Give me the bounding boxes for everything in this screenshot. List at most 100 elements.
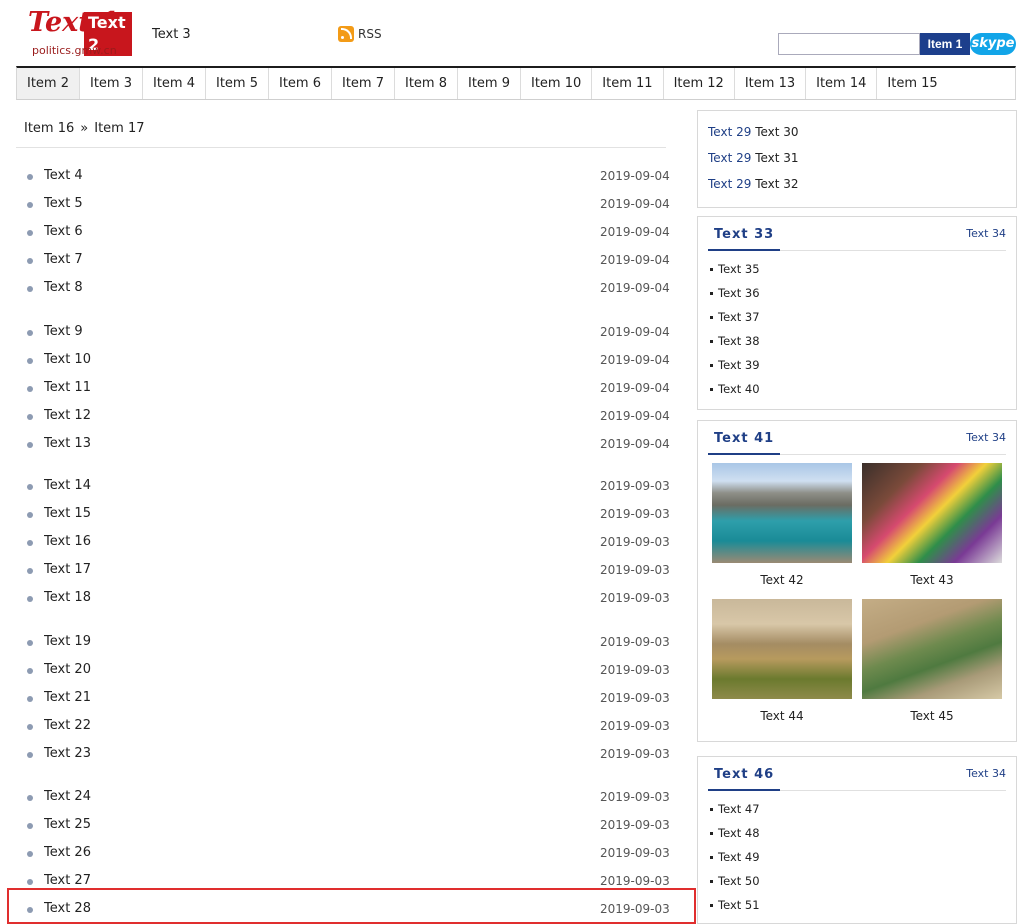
search-button[interactable]: Item 1 [920, 33, 970, 55]
news-title-link[interactable]: Text 12 [44, 408, 91, 423]
sidebar-news-title[interactable]: Text 38 [718, 334, 760, 348]
nav-item[interactable]: Item 3 [80, 68, 143, 99]
news-date: 2019-09-04 [600, 253, 670, 267]
rss-link[interactable]: RSS [338, 26, 382, 42]
news-title-link[interactable]: Text 24 [44, 789, 91, 804]
news-title-link[interactable]: Text 15 [44, 506, 91, 521]
more-link[interactable]: Text 34 [966, 767, 1006, 780]
hot-pic-caption[interactable]: Text 44 [712, 709, 852, 723]
lake-image[interactable] [712, 463, 852, 563]
nav-item[interactable]: Item 8 [395, 68, 458, 99]
sidebar-news-item[interactable]: Text 39 [710, 353, 1004, 377]
sidebar-news-title[interactable]: Text 39 [718, 358, 760, 372]
nav-item[interactable]: Item 5 [206, 68, 269, 99]
sidebar-news-title[interactable]: Text 35 [718, 262, 760, 276]
news-title-link[interactable]: Text 6 [44, 224, 83, 239]
nav-item[interactable]: Item 12 [664, 68, 735, 99]
editor-pick-title[interactable]: Text 30 [755, 125, 798, 139]
news-title-link[interactable]: Text 11 [44, 380, 91, 395]
news-title-link[interactable]: Text 18 [44, 590, 91, 605]
hot-pics-title[interactable]: Text 41 [714, 431, 774, 446]
search-input[interactable] [778, 33, 920, 55]
editor-pick-title[interactable]: Text 31 [755, 151, 798, 165]
more-link[interactable]: Text 34 [966, 227, 1006, 240]
sidebar-news-item[interactable]: Text 38 [710, 329, 1004, 353]
hot-pic-caption[interactable]: Text 45 [862, 709, 1002, 723]
sidebar-news-item[interactable]: Text 49 [710, 845, 1004, 869]
news-title-link[interactable]: Text 8 [44, 280, 83, 295]
nav-item[interactable]: Item 13 [735, 68, 807, 99]
sidebar-news-title[interactable]: Text 40 [718, 382, 760, 396]
people-image[interactable] [862, 463, 1002, 563]
more-link[interactable]: Text 34 [966, 431, 1006, 444]
sidebar-news-item[interactable]: Text 40 [710, 377, 1004, 401]
nav-item[interactable]: Item 11 [592, 68, 664, 99]
site-logo[interactable]: Text 1 Text 2 politics.gmw.cn [28, 8, 132, 57]
sidebar-news-item[interactable]: Text 48 [710, 821, 1004, 845]
breadcrumb-current[interactable]: Item 17 [94, 121, 144, 136]
politics-news-title[interactable]: Text 33 [714, 227, 774, 242]
sidebar-news-title[interactable]: Text 48 [718, 826, 760, 840]
news-title-link[interactable]: Text 25 [44, 817, 91, 832]
sidebar-news-item[interactable]: Text 36 [710, 281, 1004, 305]
news-title-link[interactable]: Text 21 [44, 690, 91, 705]
news-title-link[interactable]: Text 10 [44, 352, 91, 367]
sidebar-news-item[interactable]: Text 47 [710, 797, 1004, 821]
editor-pick-tag[interactable]: Text 29 [708, 177, 751, 191]
news-title-link[interactable]: Text 20 [44, 662, 91, 677]
sidebar-news-title[interactable]: Text 51 [718, 898, 760, 912]
nav-item[interactable]: Item 4 [143, 68, 206, 99]
sidebar-news-title[interactable]: Text 49 [718, 850, 760, 864]
news-title-link[interactable]: Text 4 [44, 168, 83, 183]
hot-pic-caption[interactable]: Text 42 [712, 573, 852, 587]
nav-item[interactable]: Item 15 [877, 68, 947, 99]
news-title-link[interactable]: Text 7 [44, 252, 83, 267]
bullet-icon [710, 856, 713, 859]
sidebar-news-title[interactable]: Text 50 [718, 874, 760, 888]
sidebar-news-title[interactable]: Text 47 [718, 802, 760, 816]
hot-pic-caption[interactable]: Text 43 [862, 573, 1002, 587]
editor-pick-row[interactable]: Text 29 Text 32 [708, 171, 1006, 197]
editor-pick-row[interactable]: Text 29 Text 30 [708, 119, 1006, 145]
sidebar-news-item[interactable]: Text 51 [710, 893, 1004, 917]
nav-item[interactable]: Item 14 [806, 68, 878, 99]
sidebar-news-title[interactable]: Text 37 [718, 310, 760, 324]
hot-pic-item[interactable]: Text 45 [862, 599, 1002, 723]
editor-pick-title[interactable]: Text 32 [755, 177, 798, 191]
news-title-link[interactable]: Text 22 [44, 718, 91, 733]
news-title-link[interactable]: Text 5 [44, 196, 83, 211]
skype-button[interactable]: skype [970, 33, 1016, 55]
terrace-image[interactable] [862, 599, 1002, 699]
nav-item[interactable]: Item 7 [332, 68, 395, 99]
field-image[interactable] [712, 599, 852, 699]
news-title-link[interactable]: Text 9 [44, 324, 83, 339]
hot-pic-item[interactable]: Text 43 [862, 463, 1002, 587]
editor-pick-tag[interactable]: Text 29 [708, 151, 751, 165]
bullet-icon [27, 230, 33, 236]
sidebar-news-item[interactable]: Text 50 [710, 869, 1004, 893]
breadcrumb-root[interactable]: Item 16 [24, 121, 74, 136]
news-title-link[interactable]: Text 14 [44, 478, 91, 493]
news-title-link[interactable]: Text 19 [44, 634, 91, 649]
hot-pic-item[interactable]: Text 44 [712, 599, 852, 723]
news-date: 2019-09-04 [600, 381, 670, 395]
sidebar-news-title[interactable]: Text 36 [718, 286, 760, 300]
bullet-icon [27, 540, 33, 546]
nav-item[interactable]: Item 10 [521, 68, 593, 99]
news-title-link[interactable]: Text 27 [44, 873, 91, 888]
editor-pick-tag[interactable]: Text 29 [708, 125, 751, 139]
sidebar-news-item[interactable]: Text 35 [710, 257, 1004, 281]
nav-item[interactable]: Item 2 [17, 68, 80, 99]
news-title-link[interactable]: Text 23 [44, 746, 91, 761]
nav-item[interactable]: Item 6 [269, 68, 332, 99]
news-title-link[interactable]: Text 16 [44, 534, 91, 549]
hot-pic-item[interactable]: Text 42 [712, 463, 852, 587]
nav-item[interactable]: Item 9 [458, 68, 521, 99]
sidebar-news-item[interactable]: Text 37 [710, 305, 1004, 329]
news-row: Text 4 2019-09-04 [16, 166, 676, 188]
news-title-link[interactable]: Text 13 [44, 436, 91, 451]
domestic-news-title[interactable]: Text 46 [714, 767, 774, 782]
news-title-link[interactable]: Text 17 [44, 562, 91, 577]
news-title-link[interactable]: Text 26 [44, 845, 91, 860]
editor-pick-row[interactable]: Text 29 Text 31 [708, 145, 1006, 171]
